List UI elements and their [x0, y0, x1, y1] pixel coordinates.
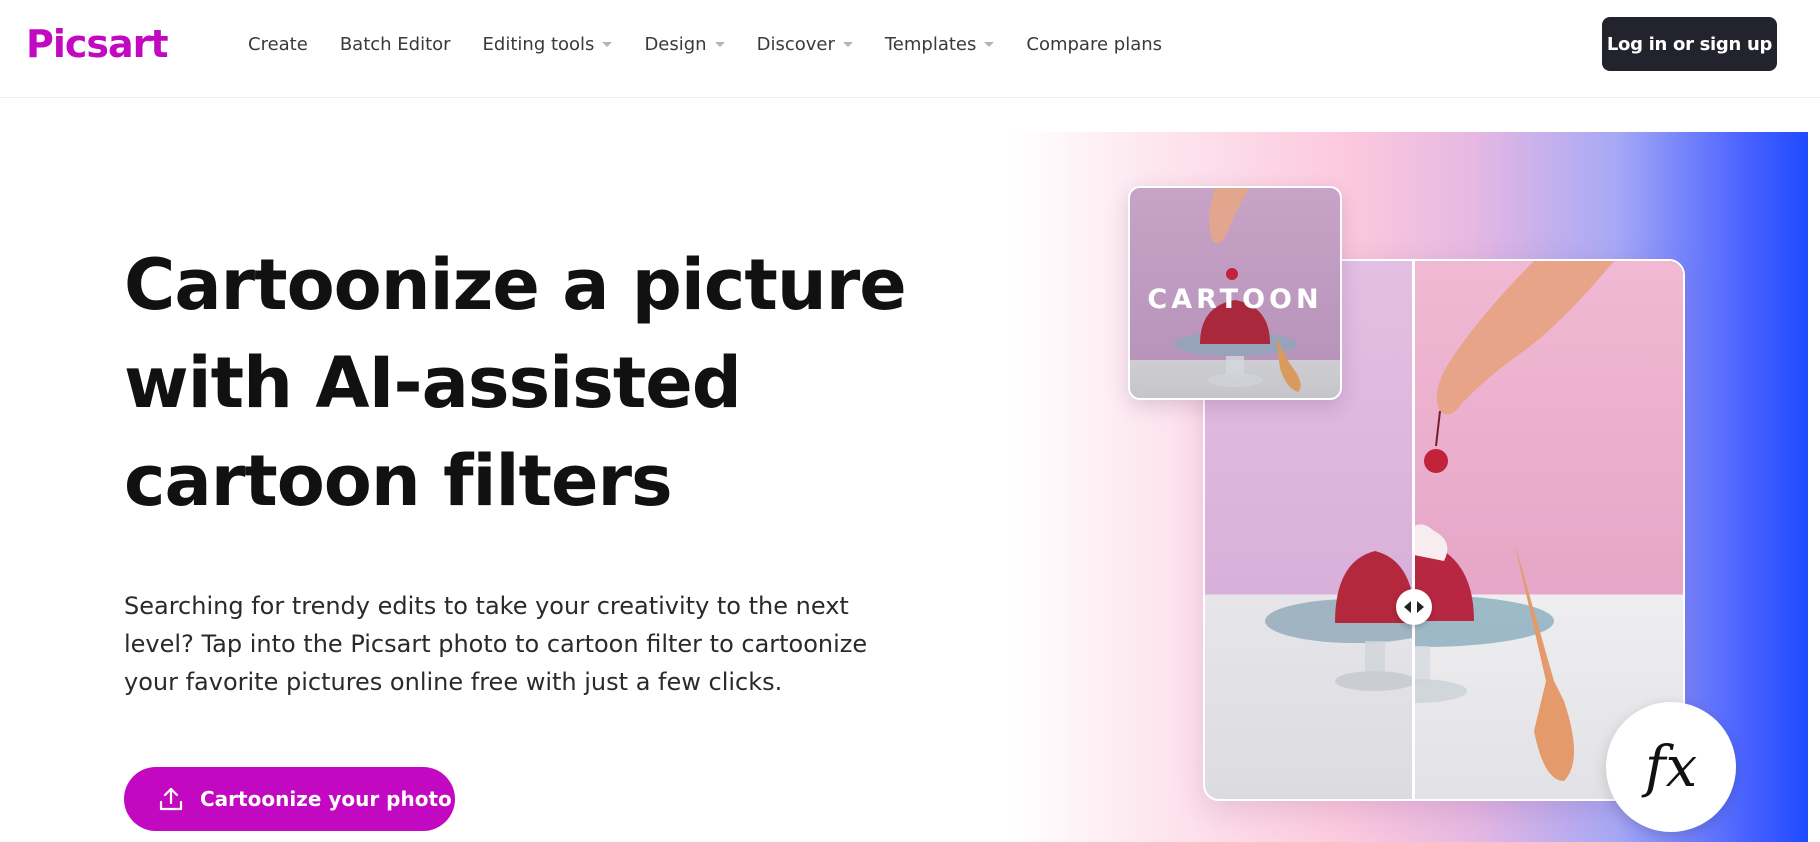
cartoon-thumbnail: CARTOON: [1128, 186, 1342, 400]
nav-item-compare-plans[interactable]: Compare plans: [1026, 34, 1162, 55]
chevron-down-icon: [602, 41, 613, 47]
nav-item-batch-editor[interactable]: Batch Editor: [340, 34, 451, 55]
chevron-down-icon: [714, 41, 725, 47]
hero-title: Cartoonize a picture with AI-assisted ca…: [124, 236, 944, 530]
nav-item-templates[interactable]: Templates: [885, 34, 995, 55]
comparison-divider[interactable]: [1412, 261, 1415, 799]
fx-label: fx: [1644, 734, 1698, 800]
nav-label: Batch Editor: [339, 33, 451, 55]
nav-label: Editing tools: [482, 33, 595, 55]
nav-label: Compare plans: [1026, 33, 1163, 55]
logo-text: Picsart: [26, 22, 169, 66]
main-nav: Create Batch Editor Editing tools Design…: [248, 30, 1194, 58]
fx-effects-badge: fx: [1606, 702, 1736, 832]
cartoonize-photo-button[interactable]: Cartoonize your photo: [124, 767, 455, 831]
upload-icon: [156, 784, 186, 814]
login-signup-button[interactable]: Log in or sign up: [1602, 17, 1777, 71]
hero-title-line: with AI-assisted: [124, 342, 742, 424]
nav-item-editing-tools[interactable]: Editing tools: [483, 34, 613, 55]
chevron-down-icon: [842, 41, 853, 47]
nav-label: Templates: [884, 33, 977, 55]
nav-item-discover[interactable]: Discover: [757, 34, 853, 55]
cartoon-label: CARTOON: [1147, 284, 1323, 315]
nav-item-design[interactable]: Design: [644, 33, 725, 55]
picsart-logo[interactable]: Picsart: [26, 22, 169, 66]
cta-label: Cartoonize your photo: [200, 787, 452, 811]
chevron-down-icon: [984, 41, 995, 47]
nav-item-create[interactable]: Create: [248, 34, 308, 55]
nav-label: Discover: [756, 33, 835, 55]
hero-description: Searching for trendy edits to take your …: [124, 592, 868, 696]
hero-title-line: cartoon filters: [124, 440, 673, 522]
left-right-arrows-icon[interactable]: [1396, 589, 1432, 625]
nav-label: Design: [644, 33, 707, 55]
site-header: Picsart Create Batch Editor Editing tool…: [0, 0, 1820, 98]
nav-label: Create: [248, 33, 308, 55]
hero-title-line: Cartoonize a picture: [124, 244, 907, 326]
